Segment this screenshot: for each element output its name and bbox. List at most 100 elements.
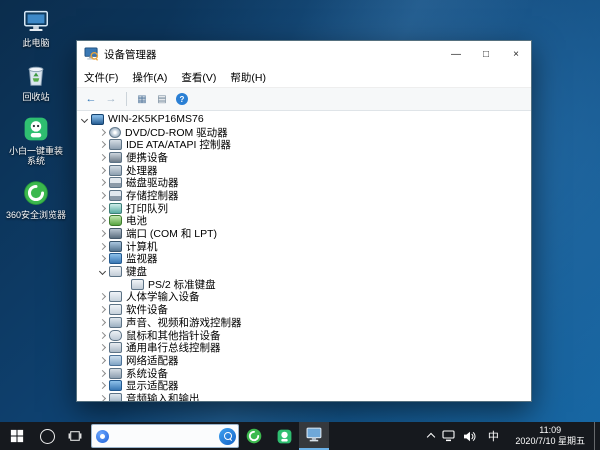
console-tree-icon[interactable]: ▦ (133, 91, 151, 108)
task-view-icon (68, 430, 82, 442)
network-tray-button[interactable] (438, 422, 459, 450)
desktop-icon-label: 回收站 (22, 92, 49, 103)
chevron-right-icon[interactable] (97, 379, 108, 392)
volume-tray-button[interactable] (459, 422, 480, 450)
taskbar-app-xiaobai[interactable] (269, 422, 299, 450)
menu-view[interactable]: 查看(V) (174, 68, 223, 87)
device-manager-icon (84, 47, 99, 61)
printer-icon (109, 203, 122, 214)
chevron-right-icon[interactable] (97, 138, 108, 151)
network-icon (109, 355, 122, 366)
chevron-right-icon[interactable] (97, 227, 108, 240)
chevron-right-icon[interactable] (97, 392, 108, 401)
show-desktop-button[interactable] (594, 422, 600, 450)
computer2-icon (109, 241, 122, 252)
chevron-right-icon[interactable] (97, 341, 108, 354)
task-view-button[interactable] (61, 422, 88, 450)
baidu-icon (96, 430, 109, 443)
chevron-right-icon[interactable] (97, 354, 108, 367)
windows-logo-icon (10, 429, 24, 443)
help-icon[interactable]: ? (173, 91, 191, 108)
network-icon (442, 430, 455, 442)
this-pc-icon (21, 6, 51, 36)
device-tree: WIN-2K5KP16MS76DVD/CD-ROM 驱动器IDE ATA/ATA… (77, 111, 531, 401)
back-icon[interactable]: ← (82, 91, 100, 108)
toolbar-separator (126, 92, 127, 106)
search-icon[interactable] (219, 428, 236, 445)
battery-icon (109, 215, 122, 226)
cortana-button[interactable] (34, 422, 61, 450)
tree-item-label: WIN-2K5KP16MS76 (104, 113, 204, 125)
display-icon (109, 380, 122, 391)
chevron-right-icon[interactable] (97, 202, 108, 215)
desktop-icon-list: 此电脑 回收站 (4, 6, 68, 232)
keyboard-icon (131, 279, 144, 290)
titlebar[interactable]: 设备管理器 — □ × (77, 41, 531, 67)
processor-icon (109, 165, 122, 176)
tree-item-label: 音频输入和输出 (122, 391, 200, 401)
chevron-right-icon[interactable] (97, 329, 108, 342)
chevron-right-icon[interactable] (97, 367, 108, 380)
taskbar: 中 11:09 2020/7/10 星期五 (0, 422, 600, 450)
start-button[interactable] (0, 422, 34, 450)
menu-help[interactable]: 帮助(H) (223, 68, 273, 87)
software-icon (109, 304, 122, 315)
menu-file[interactable]: 文件(F) (77, 68, 125, 87)
taskbar-app-device-manager[interactable] (299, 422, 329, 450)
menubar: 文件(F) 操作(A) 查看(V) 帮助(H) (77, 67, 531, 88)
minimize-button[interactable]: — (441, 41, 471, 67)
chevron-right-icon[interactable] (97, 303, 108, 316)
menu-action[interactable]: 操作(A) (125, 68, 174, 87)
window-controls: — □ × (441, 41, 531, 67)
chevron-right-icon[interactable] (97, 240, 108, 253)
maximize-button[interactable]: □ (471, 41, 501, 67)
chevron-right-icon[interactable] (97, 126, 108, 139)
device-manager-icon (306, 427, 323, 443)
taskbar-search-input[interactable] (91, 424, 239, 448)
desktop-icon-label: 此电脑 (22, 38, 49, 49)
chevron-right-icon[interactable] (97, 291, 108, 304)
clock-date: 2020/7/10 星期五 (515, 436, 585, 447)
portable-icon (109, 152, 122, 163)
audio-icon (109, 393, 122, 401)
desktop-icon-label: 360安全浏览器 (6, 210, 66, 221)
chevron-right-icon[interactable] (97, 316, 108, 329)
close-button[interactable]: × (501, 41, 531, 67)
forward-icon[interactable]: → (102, 91, 120, 108)
system-icon (109, 368, 122, 379)
device-manager-window: 设备管理器 — □ × 文件(F) 操作(A) 查看(V) 帮助(H) ← → … (76, 40, 532, 402)
ime-indicator[interactable]: 中 (480, 422, 506, 450)
chevron-right-icon[interactable] (97, 151, 108, 164)
360-browser-icon (21, 178, 51, 208)
xiaobai-icon (276, 428, 293, 445)
system-tray: 中 11:09 2020/7/10 星期五 (424, 422, 600, 450)
ports-icon (109, 228, 122, 239)
window-title: 设备管理器 (104, 47, 441, 62)
chevron-right-icon[interactable] (97, 176, 108, 189)
chevron-up-icon (427, 433, 435, 441)
dvd-icon (109, 127, 121, 138)
chevron-down-icon[interactable] (79, 113, 90, 126)
desktop-icon-recycle-bin[interactable]: 回收站 (4, 60, 68, 103)
usb-icon (109, 342, 122, 353)
chevron-right-icon[interactable] (97, 215, 108, 228)
desktop-icon-xiaobai-reinstall[interactable]: 小白一键重装系统 (4, 114, 68, 168)
monitor-icon (109, 253, 122, 264)
volume-icon (463, 431, 476, 442)
cortana-icon (40, 429, 55, 444)
chevron-right-icon[interactable] (97, 253, 108, 266)
tree-item-audio[interactable]: 音频输入和输出 (77, 392, 531, 401)
desktop-icon-360-browser[interactable]: 360安全浏览器 (4, 178, 68, 221)
chevron-down-icon[interactable] (97, 265, 108, 278)
desktop-icon-this-pc[interactable]: 此电脑 (4, 6, 68, 49)
properties-icon[interactable]: ▤ (153, 91, 171, 108)
clock[interactable]: 11:09 2020/7/10 星期五 (506, 422, 594, 450)
360-browser-icon (245, 427, 263, 445)
toolbar: ← → ▦ ▤ ? (77, 88, 531, 111)
chevron-right-icon[interactable] (97, 164, 108, 177)
taskbar-app-360-browser[interactable] (239, 422, 269, 450)
desktop: 此电脑 回收站 (0, 0, 600, 450)
chevron-right-icon[interactable] (97, 189, 108, 202)
hidden-icons-button[interactable] (424, 422, 438, 450)
sound-icon (109, 317, 122, 328)
